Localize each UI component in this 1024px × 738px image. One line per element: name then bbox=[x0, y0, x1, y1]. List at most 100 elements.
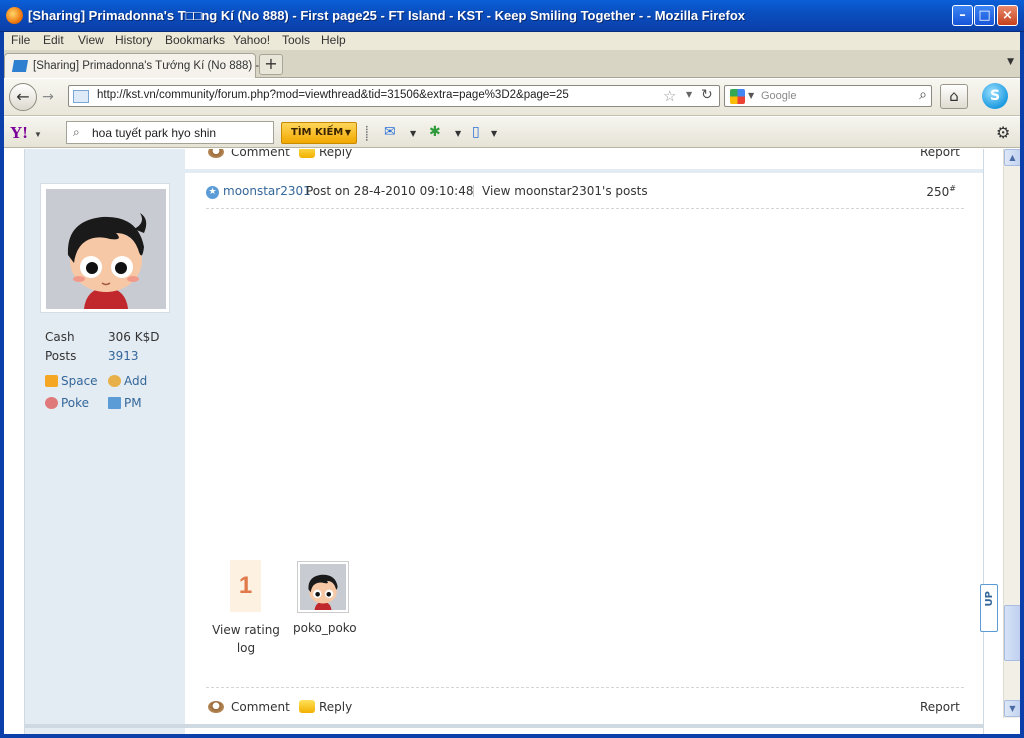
menu-history[interactable]: History bbox=[115, 33, 152, 47]
scroll-down-arrow-icon[interactable]: ▼ bbox=[1004, 700, 1021, 717]
left-border bbox=[24, 149, 25, 738]
scrollbar-thumb[interactable] bbox=[1004, 605, 1021, 661]
prev-reply-link[interactable]: Reply bbox=[319, 149, 352, 159]
reply-link[interactable]: Reply bbox=[319, 700, 352, 714]
poke-icon bbox=[45, 397, 58, 409]
firefox-icon bbox=[6, 7, 23, 24]
post-author-link[interactable]: moonstar2301 bbox=[223, 184, 311, 198]
toolbar-separator-icon: ⸽ bbox=[365, 126, 369, 142]
reply-icon[interactable] bbox=[299, 149, 315, 158]
post-floor-value: 250 bbox=[926, 185, 950, 199]
comment-link[interactable]: Comment bbox=[231, 700, 290, 714]
prev-report-link[interactable]: Report bbox=[920, 149, 960, 159]
pm-link[interactable]: PM bbox=[108, 396, 142, 410]
bookmarks-dropdown-icon[interactable]: ▼ bbox=[491, 129, 497, 138]
scroll-to-top-button[interactable]: UP bbox=[980, 584, 998, 632]
google-engine-icon[interactable] bbox=[730, 89, 745, 104]
yahoo-search-dropdown-icon[interactable]: ▼ bbox=[345, 123, 351, 143]
new-tab-button[interactable]: + bbox=[259, 54, 283, 75]
url-text: http://kst.vn/community/forum.php?mod=vi… bbox=[97, 89, 569, 101]
scroll-to-top-label: UP bbox=[983, 591, 995, 607]
cartoon-boy-icon bbox=[300, 564, 346, 610]
site-identity-icon[interactable] bbox=[73, 90, 89, 103]
home-button[interactable]: ⌂ bbox=[940, 84, 968, 109]
posts-label: Posts bbox=[45, 349, 77, 363]
engine-dropdown-icon[interactable]: ▼ bbox=[748, 91, 754, 100]
forward-button[interactable]: → bbox=[38, 88, 58, 106]
yahoo-search-button[interactable]: TÌM KIẾM ▼ bbox=[281, 122, 357, 144]
prev-comment-link[interactable]: Comment bbox=[231, 149, 290, 159]
list-all-tabs-icon[interactable]: ▼ bbox=[1007, 57, 1014, 67]
tab-active[interactable]: [Sharing] Primadonna's Tướng Kí (No 888)… bbox=[4, 53, 272, 78]
post-body bbox=[185, 149, 983, 738]
pm-link-label: PM bbox=[124, 396, 142, 410]
window-border-left bbox=[0, 32, 4, 738]
menu-tools[interactable]: Tools bbox=[282, 33, 310, 47]
address-bar[interactable]: http://kst.vn/community/forum.php?mod=vi… bbox=[68, 85, 720, 107]
scroll-up-arrow-icon[interactable]: ▲ bbox=[1004, 149, 1021, 166]
window-title: [Sharing] Primadonna's T□□ng Kí (No 888)… bbox=[28, 8, 746, 23]
avatar-image bbox=[46, 189, 166, 309]
widget-dropdown-icon[interactable]: ▼ bbox=[455, 129, 461, 138]
post-date: Post on 28-4-2010 09:10:48 bbox=[306, 184, 474, 198]
yahoo-toolbar: Y! ▼ ⌕ hoa tuyết park hyo shin TÌM KIẾM ▼ … bbox=[0, 117, 1024, 148]
add-friend-link[interactable]: Add bbox=[108, 374, 147, 388]
post-header: ★ moonstar2301 Post on 28-4-2010 09:10:4… bbox=[206, 183, 964, 209]
space-link[interactable]: Space bbox=[45, 374, 98, 388]
mail-icon[interactable]: ✉ bbox=[384, 124, 396, 140]
rating-count-badge[interactable]: 1 bbox=[230, 560, 261, 612]
back-button[interactable]: ← bbox=[9, 83, 37, 111]
envelope-icon bbox=[108, 397, 121, 409]
page-content: Comment Reply Report Cash 306 K$D Posts … bbox=[0, 149, 1024, 738]
window-border-bottom bbox=[0, 734, 1024, 738]
menu-help[interactable]: Help bbox=[321, 33, 346, 47]
yahoo-menu-dropdown-icon[interactable]: ▼ bbox=[34, 130, 42, 139]
menu-view[interactable]: View bbox=[78, 33, 104, 47]
handshake-icon bbox=[108, 375, 121, 387]
yahoo-search-input[interactable]: ⌕ hoa tuyết park hyo shin bbox=[66, 121, 274, 144]
maximize-button[interactable]: □ bbox=[974, 5, 995, 26]
gear-icon[interactable]: ⚙ bbox=[996, 123, 1010, 142]
menu-bookmarks[interactable]: Bookmarks bbox=[165, 33, 225, 47]
post-floor-mark: # bbox=[949, 184, 956, 193]
posts-value[interactable]: 3913 bbox=[108, 349, 139, 363]
mail-dropdown-icon[interactable]: ▼ bbox=[410, 129, 416, 138]
skype-icon[interactable]: S bbox=[982, 83, 1008, 109]
menu-file[interactable]: File bbox=[11, 33, 30, 47]
bookmarks-icon[interactable]: ▯ bbox=[472, 124, 480, 140]
right-border bbox=[983, 149, 984, 738]
menu-bar: File Edit View History Bookmarks Yahoo! … bbox=[0, 32, 1024, 50]
widget-asterisk-icon[interactable]: ✱ bbox=[429, 124, 441, 140]
yahoo-logo[interactable]: Y! ▼ bbox=[10, 123, 42, 143]
view-author-posts-link[interactable]: View moonstar2301's posts bbox=[482, 184, 648, 198]
reply-icon[interactable] bbox=[299, 700, 315, 713]
comment-icon[interactable] bbox=[208, 701, 224, 713]
post-footer-divider bbox=[206, 687, 964, 688]
post-separator bbox=[25, 169, 983, 173]
site-favicon-icon bbox=[11, 60, 29, 72]
add-friend-label: Add bbox=[124, 374, 148, 388]
poke-link-label: Poke bbox=[61, 396, 90, 410]
vertical-scrollbar[interactable]: ▲ ▼ bbox=[1003, 149, 1021, 718]
minimize-button[interactable]: – bbox=[952, 5, 973, 26]
cash-value: 306 K$D bbox=[108, 330, 160, 344]
poke-link[interactable]: Poke bbox=[45, 396, 89, 410]
bookmark-star-icon[interactable]: ☆ bbox=[663, 87, 676, 105]
cartoon-boy-icon bbox=[46, 189, 166, 309]
post-floor-number[interactable]: 250# bbox=[926, 184, 956, 199]
view-rating-log-link[interactable]: View rating log bbox=[206, 621, 286, 657]
search-placeholder: Google bbox=[761, 90, 797, 102]
menu-yahoo[interactable]: Yahoo! bbox=[233, 33, 270, 47]
avatar[interactable] bbox=[40, 183, 170, 313]
rater-avatar[interactable] bbox=[297, 561, 349, 613]
report-link[interactable]: Report bbox=[920, 700, 960, 714]
rater-name-link[interactable]: poko_poko bbox=[293, 621, 357, 635]
search-engine-box[interactable]: ▼ Google ⌕ bbox=[724, 85, 932, 107]
search-icon[interactable]: ⌕ bbox=[919, 87, 927, 103]
close-button[interactable]: × bbox=[997, 5, 1018, 26]
menu-edit[interactable]: Edit bbox=[43, 33, 64, 47]
home-icon bbox=[45, 375, 58, 387]
reload-icon[interactable]: ↻ bbox=[701, 87, 713, 103]
tab-label: [Sharing] Primadonna's Tướng Kí (No 888)… bbox=[33, 60, 273, 72]
url-history-dropdown-icon[interactable]: ▼ bbox=[686, 90, 692, 99]
